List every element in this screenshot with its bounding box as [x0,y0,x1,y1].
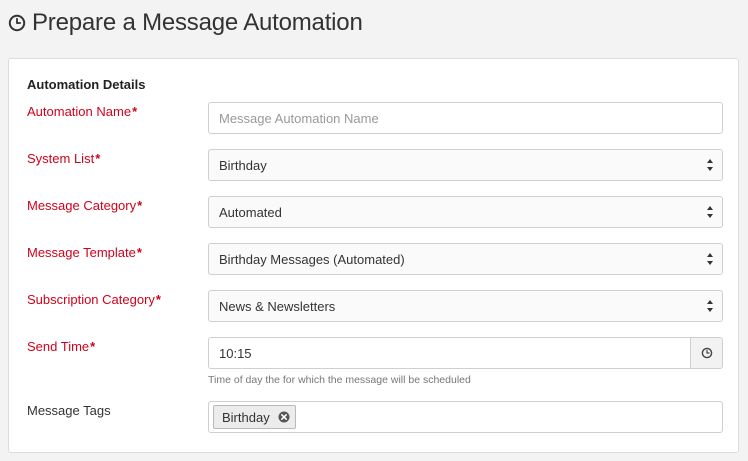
page-title: Prepare a Message Automation [32,9,363,36]
select-arrows-icon [707,206,713,218]
system-list-value: Birthday [219,157,267,173]
select-arrows-icon [707,300,713,312]
select-arrows-icon [707,159,713,171]
message-template-value: Birthday Messages (Automated) [219,251,405,267]
send-time-help: Time of day the for which the message wi… [208,374,471,386]
subscription-category-value: News & Newsletters [219,298,336,314]
page-header: Prepare a Message Automation [8,6,363,40]
send-time-input[interactable]: 10:15 [208,337,690,369]
time-picker-button[interactable] [690,337,723,369]
tag-chip: Birthday [213,405,296,429]
message-category-value: Automated [219,204,282,220]
send-time-group: 10:15 [208,337,723,369]
automation-name-placeholder: Message Automation Name [219,110,379,126]
select-arrows-icon [707,253,713,265]
send-time-label: Send Time* [27,339,96,354]
message-category-label: Message Category* [27,198,143,213]
subscription-category-select[interactable]: News & Newsletters [208,290,723,322]
message-tags-input[interactable]: Birthday [208,401,723,433]
clock-icon [8,14,26,32]
subscription-category-label: Subscription Category* [27,292,161,307]
system-list-label: System List* [27,151,101,166]
clock-icon [701,347,712,359]
message-template-select[interactable]: Birthday Messages (Automated) [208,243,723,275]
system-list-select[interactable]: Birthday [208,149,723,181]
automation-name-input[interactable]: Message Automation Name [208,102,723,134]
tag-label: Birthday [222,409,270,425]
message-tags-label: Message Tags [27,403,111,418]
section-title: Automation Details [27,77,146,92]
remove-tag-icon[interactable] [278,411,290,423]
automation-name-label: Automation Name* [27,104,138,119]
message-category-select[interactable]: Automated [208,196,723,228]
message-template-label: Message Template* [27,245,142,260]
automation-details-panel: Automation Details Automation Name* Mess… [8,58,739,453]
